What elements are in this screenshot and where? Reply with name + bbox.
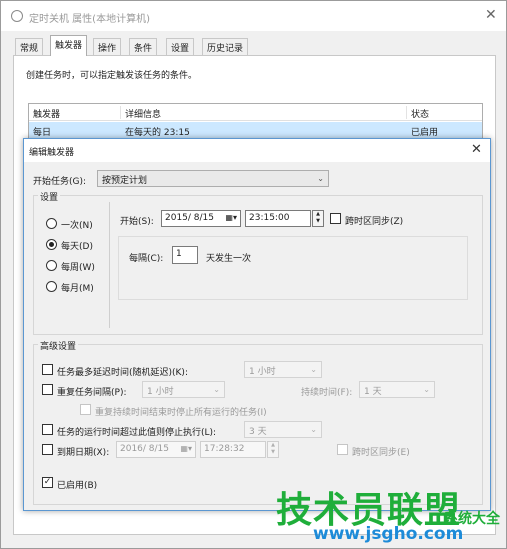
begin-task-select[interactable]: 按预定计划 ⌄ bbox=[97, 170, 329, 187]
delay-checkbox[interactable] bbox=[42, 364, 53, 375]
edit-trigger-dialog: 编辑触发器 ✕ 开始任务(G): 按预定计划 ⌄ 设置 一次(N) 每天(D) … bbox=[23, 138, 491, 511]
tab-general[interactable]: 常规 bbox=[15, 38, 44, 55]
dialog-title: 编辑触发器 bbox=[29, 148, 75, 158]
delay-select[interactable]: 1 小时 ⌄ bbox=[244, 361, 322, 378]
recurrence-box bbox=[118, 236, 468, 300]
radio-daily[interactable] bbox=[46, 239, 57, 250]
row-details: 在每天的 23:15 bbox=[125, 128, 190, 138]
radio-monthly-label[interactable]: 每月(M) bbox=[61, 281, 94, 294]
clock-icon bbox=[11, 10, 23, 22]
every-input[interactable]: 1 bbox=[172, 246, 198, 264]
start-time-stepper[interactable]: ▲ ▼ bbox=[312, 210, 324, 227]
settings-group-label: 设置 bbox=[38, 190, 61, 203]
start-date-field[interactable]: 2015/ 8/15 ▦▾ bbox=[161, 210, 241, 227]
radio-monthly[interactable] bbox=[46, 281, 57, 292]
dialog-title-bar: 编辑触发器 ✕ bbox=[24, 139, 490, 162]
expire-label[interactable]: 到期日期(X): bbox=[57, 445, 109, 458]
expire-sync-label[interactable]: 跨时区同步(E) bbox=[352, 445, 410, 458]
stop-longer-checkbox[interactable] bbox=[42, 424, 53, 435]
title-bar: 定时关机 属性(本地计算机) ✕ bbox=[1, 1, 506, 31]
tab-conditions[interactable]: 条件 bbox=[129, 38, 158, 55]
calendar-icon[interactable]: ▦▾ bbox=[180, 444, 192, 453]
stop-repeat-checkbox[interactable] bbox=[80, 404, 91, 415]
chevron-down-icon: ⌄ bbox=[317, 174, 324, 183]
repeat-select[interactable]: 1 小时 ⌄ bbox=[142, 381, 225, 398]
enabled-checkbox[interactable]: ✓ bbox=[42, 477, 53, 488]
calendar-icon[interactable]: ▦▾ bbox=[225, 213, 237, 222]
table-row[interactable]: 每日 在每天的 23:15 已启用 bbox=[29, 122, 482, 139]
tab-triggers[interactable]: 触发器 bbox=[50, 35, 88, 56]
advanced-group-label: 高级设置 bbox=[38, 339, 79, 352]
watermark-url: www.jsgho.com bbox=[313, 524, 464, 544]
radio-weekly-label[interactable]: 每周(W) bbox=[61, 260, 95, 273]
column-details[interactable]: 详细信息 bbox=[125, 107, 161, 120]
chevron-down-icon: ⌄ bbox=[310, 365, 317, 374]
radio-once[interactable] bbox=[46, 218, 57, 229]
duration-label: 持续时间(F): bbox=[301, 388, 353, 398]
list-header: 触发器 详细信息 状态 bbox=[29, 104, 482, 121]
every-label: 每隔(C): bbox=[129, 254, 164, 264]
window-title: 定时关机 属性(本地计算机) bbox=[29, 14, 150, 25]
chevron-down-icon: ⌄ bbox=[213, 385, 220, 394]
stop-repeat-label[interactable]: 重复持续时间结束时停止所有运行的任务(I) bbox=[95, 405, 267, 418]
tab-actions[interactable]: 操作 bbox=[93, 38, 122, 55]
triggers-description: 创建任务时，可以指定触发该任务的条件。 bbox=[26, 71, 198, 81]
radio-once-label[interactable]: 一次(N) bbox=[61, 218, 93, 231]
column-trigger[interactable]: 触发器 bbox=[33, 107, 60, 120]
column-status[interactable]: 状态 bbox=[411, 107, 429, 120]
start-time-field[interactable]: 23:15:00 bbox=[245, 210, 311, 227]
radio-weekly[interactable] bbox=[46, 260, 57, 271]
start-label: 开始(S): bbox=[120, 217, 154, 227]
repeat-checkbox[interactable] bbox=[42, 384, 53, 395]
close-icon[interactable]: ✕ bbox=[485, 7, 497, 23]
chevron-down-icon: ⌄ bbox=[310, 425, 317, 434]
expire-date-field[interactable]: 2016/ 8/15 ▦▾ bbox=[116, 441, 196, 458]
row-trigger: 每日 bbox=[33, 128, 52, 138]
every-unit: 天发生一次 bbox=[206, 254, 252, 264]
sync-timezone-label[interactable]: 跨时区同步(Z) bbox=[345, 214, 403, 227]
repeat-label[interactable]: 重复任务间隔(P): bbox=[57, 385, 126, 398]
chevron-down-icon: ⌄ bbox=[423, 385, 430, 394]
delay-label[interactable]: 任务最多延迟时间(随机延迟)(K): bbox=[57, 365, 188, 378]
expire-time-stepper[interactable]: ▲ ▼ bbox=[267, 441, 279, 458]
settings-divider bbox=[109, 202, 110, 328]
enabled-label[interactable]: 已启用(B) bbox=[57, 478, 97, 491]
radio-daily-label[interactable]: 每天(D) bbox=[61, 239, 93, 252]
duration-select[interactable]: 1 天 ⌄ bbox=[359, 381, 435, 398]
tab-settings[interactable]: 设置 bbox=[166, 38, 195, 55]
expire-time-field[interactable]: 17:28:32 bbox=[200, 441, 266, 458]
triggers-list[interactable]: 触发器 详细信息 状态 每日 在每天的 23:15 已启用 bbox=[28, 103, 483, 143]
tab-history[interactable]: 历史记录 bbox=[202, 38, 249, 55]
sync-timezone-checkbox[interactable] bbox=[330, 213, 341, 224]
expire-checkbox[interactable] bbox=[42, 444, 53, 455]
expire-sync-checkbox[interactable] bbox=[337, 444, 348, 455]
close-icon[interactable]: ✕ bbox=[471, 142, 482, 157]
row-status: 已启用 bbox=[411, 128, 439, 138]
begin-task-label: 开始任务(G): bbox=[33, 177, 87, 187]
stop-longer-label[interactable]: 任务的运行时间超过此值则停止执行(L): bbox=[57, 425, 216, 438]
stop-longer-select[interactable]: 3 天 ⌄ bbox=[244, 421, 322, 438]
